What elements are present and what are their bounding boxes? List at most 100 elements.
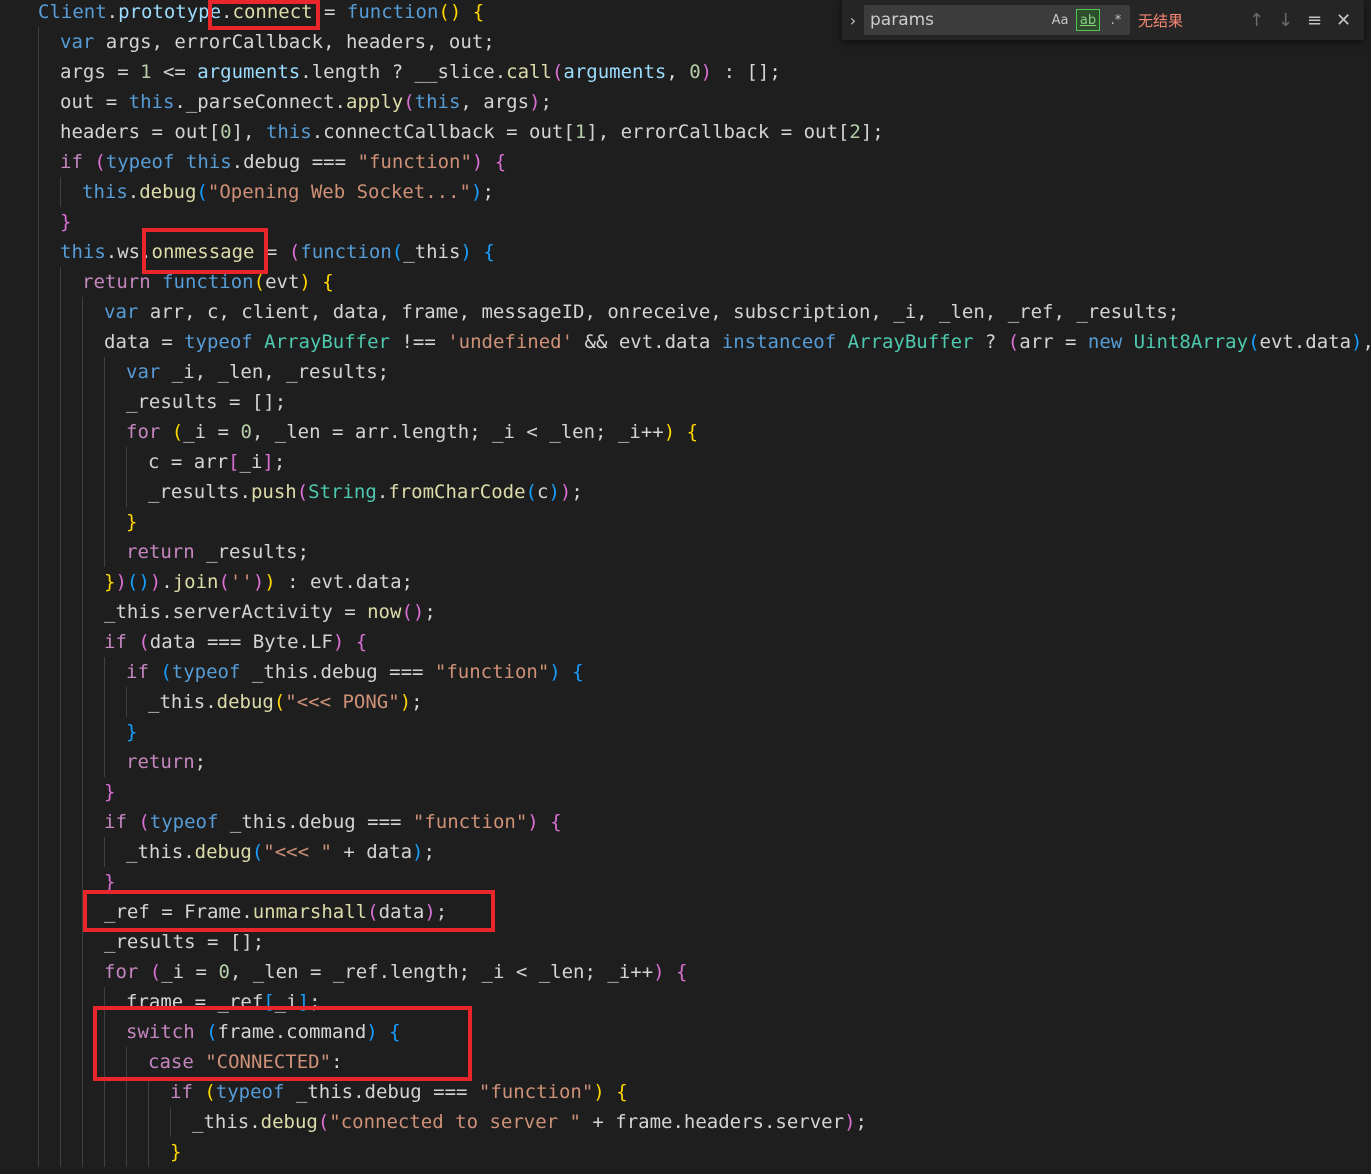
code-token: arr, c, client, data, frame, messageID, … (138, 301, 1180, 323)
code-token: } (126, 721, 138, 743)
code-line[interactable]: for (_i = 0, _len = arr.length; _i < _le… (126, 417, 698, 447)
match-case-toggle[interactable]: Aa (1048, 9, 1072, 31)
code-line[interactable]: _this.debug("connected to server " + fra… (192, 1107, 867, 1137)
code-line[interactable]: if (typeof _this.debug === "function") { (126, 657, 584, 687)
code-token: 1 (140, 61, 152, 83)
code-token: if (170, 1081, 193, 1103)
find-in-selection-icon[interactable]: ≡ (1300, 0, 1329, 40)
code-line[interactable]: if (typeof _this.debug === "function") { (104, 807, 562, 837)
code-line[interactable]: switch (frame.command) { (126, 1017, 401, 1047)
code-line[interactable]: var arr, c, client, data, frame, message… (104, 297, 1179, 327)
code-token: arguments (563, 61, 667, 83)
code-token: "Opening Web Socket..." (207, 181, 471, 203)
code-line[interactable]: _results.push(String.fromCharCode(c)); (148, 477, 583, 507)
code-token: ( (317, 1111, 330, 1133)
code-line[interactable]: _this.debug("<<< " + data); (126, 837, 435, 867)
code-token: ) (529, 91, 541, 113)
close-icon[interactable]: ✕ (1329, 0, 1358, 40)
code-line[interactable]: this.ws.onmessage = (function(_this) { (60, 237, 495, 267)
code-token: _i = (161, 961, 219, 983)
code-line[interactable]: _results = []; (126, 387, 286, 417)
code-token: _this.debug === (240, 661, 435, 683)
code-line[interactable]: headers = out[0], this.connectCallback =… (60, 117, 884, 147)
code-token: push (250, 481, 297, 503)
code-token: _this (403, 241, 461, 263)
code-line[interactable]: for (_i = 0, _len = _ref.length; _i < _l… (104, 957, 688, 987)
chevron-right-icon[interactable]: › (842, 0, 864, 40)
code-line[interactable]: _this.serverActivity = now(); (104, 597, 436, 627)
code-line[interactable]: case "CONNECTED": (148, 1047, 343, 1077)
code-line[interactable]: } (104, 777, 115, 807)
code-token: , _len = arr.length; _i < _len; _i++ (251, 421, 664, 443)
code-line[interactable]: return _results; (126, 537, 309, 567)
code-token: _i (239, 451, 263, 473)
code-token: () (126, 571, 150, 593)
code-line[interactable]: _ref = Frame.unmarshall(data); (104, 897, 447, 927)
code-token: typeof (215, 1081, 285, 1103)
code-line[interactable]: return function(evt) { (82, 267, 334, 297)
code-token: .ws. (105, 241, 152, 263)
code-token: ; (571, 481, 583, 503)
whole-word-toggle[interactable]: ab (1076, 9, 1100, 31)
code-token: .length ? __slice. (300, 61, 507, 83)
code-token: var (104, 301, 139, 323)
code-token: "<<< PONG" (285, 691, 400, 713)
code-line[interactable]: var _i, _len, _results; (126, 357, 389, 387)
code-token: headers = out[ (60, 121, 221, 143)
code-token: 0 (218, 961, 230, 983)
code-line[interactable]: args = 1 <= arguments.length ? __slice.c… (60, 57, 792, 87)
code-line[interactable]: _this.debug("<<< PONG"); (148, 687, 423, 717)
code-line[interactable]: } (126, 717, 137, 747)
code-token: { (322, 271, 334, 293)
code-line[interactable]: } (170, 1137, 181, 1167)
code-token: ( (551, 61, 564, 83)
code-token: ( (206, 1021, 218, 1043)
code-token: debug (260, 1111, 318, 1133)
code-line[interactable]: var args, errorCallback, headers, out; (60, 27, 495, 57)
arrow-up-icon[interactable]: ↑ (1242, 0, 1271, 40)
code-line[interactable]: if (data === Byte.LF) { (104, 627, 367, 657)
code-line[interactable]: if (typeof this.debug === "function") { (60, 147, 506, 177)
code-token: _this. (126, 841, 195, 863)
indent-guide (126, 687, 127, 717)
code-token: ] (297, 991, 310, 1013)
code-line[interactable]: } (60, 207, 71, 237)
code-line[interactable]: })()).join('')) : evt.data; (104, 567, 413, 597)
code-token: out = (60, 91, 129, 113)
code-token: instanceof (721, 331, 837, 353)
code-token: Client (38, 1, 107, 23)
code-line[interactable]: frame = _ref[_i]; (126, 987, 321, 1017)
code-line[interactable]: } (126, 507, 137, 537)
code-token: ; (482, 181, 494, 203)
code-token: function (346, 1, 439, 23)
code-token: ) (559, 481, 572, 503)
code-token: ], (231, 121, 266, 143)
regex-toggle[interactable]: .* (1104, 9, 1128, 31)
code-line[interactable]: this.debug("Opening Web Socket..."); (82, 177, 494, 207)
code-token: ) (424, 901, 436, 923)
code-token: c (537, 481, 549, 503)
code-token: "function" (434, 661, 550, 683)
find-input[interactable]: params Aa ab .* (864, 5, 1130, 35)
arrow-down-icon[interactable]: ↓ (1271, 0, 1300, 40)
code-token: ._parseConnect. (174, 91, 346, 113)
code-line[interactable]: if (typeof _this.debug === "function") { (170, 1077, 628, 1107)
code-editor[interactable]: Client.prototype.connect = function() {v… (0, 0, 1371, 1174)
code-token: . (376, 481, 389, 503)
code-line[interactable]: Client.prototype.connect = function() { (38, 0, 484, 27)
indent-guide (148, 1077, 149, 1167)
code-token: ( (253, 271, 266, 293)
code-token: 1 (574, 121, 587, 143)
code-line[interactable]: _results = []; (104, 927, 264, 957)
code-token: ) (460, 241, 472, 263)
code-line[interactable]: } (104, 867, 115, 897)
code-line[interactable]: return; (126, 747, 206, 777)
code-token: [ (228, 451, 240, 473)
code-line[interactable]: c = arr[_i]; (148, 447, 285, 477)
code-token: ( (273, 691, 286, 713)
code-line[interactable]: out = this._parseConnect.apply(this, arg… (60, 87, 552, 117)
code-token: ( (296, 481, 309, 503)
code-line[interactable]: data = typeof ArrayBuffer !== 'undefined… (104, 327, 1371, 357)
code-token: } (104, 571, 116, 593)
